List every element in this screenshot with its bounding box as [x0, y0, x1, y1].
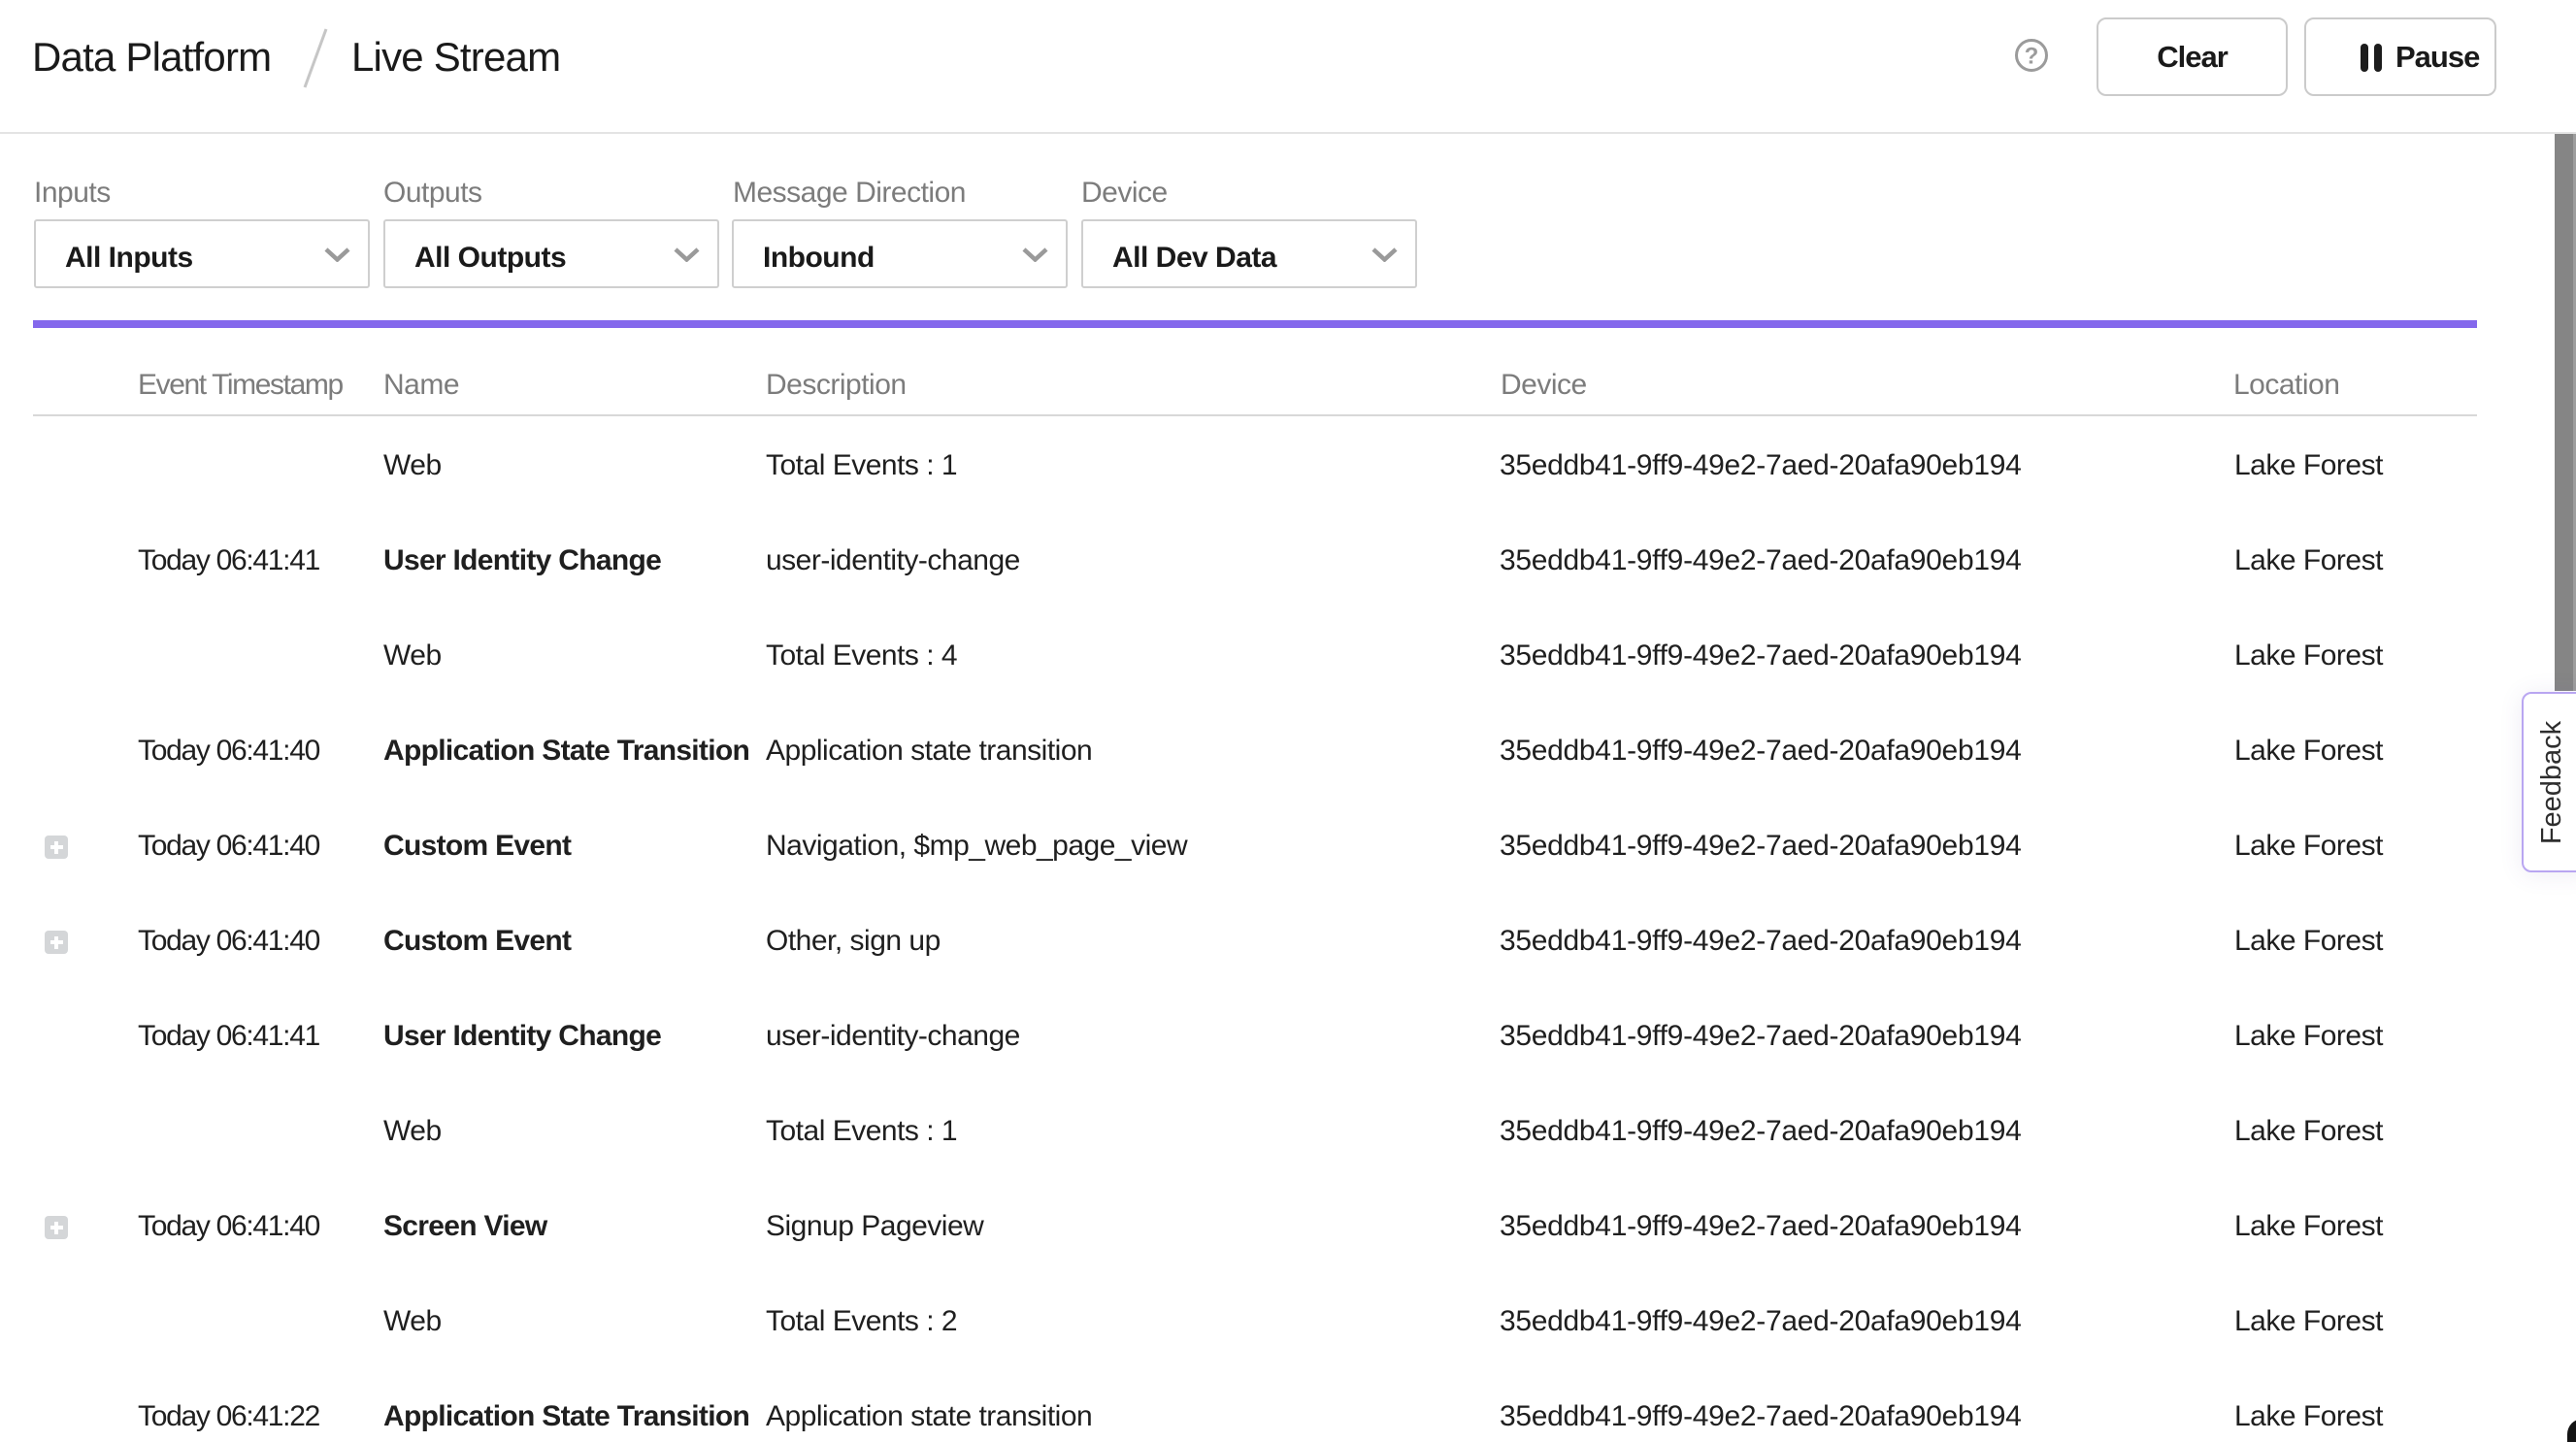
- svg-text:?: ?: [2025, 44, 2039, 70]
